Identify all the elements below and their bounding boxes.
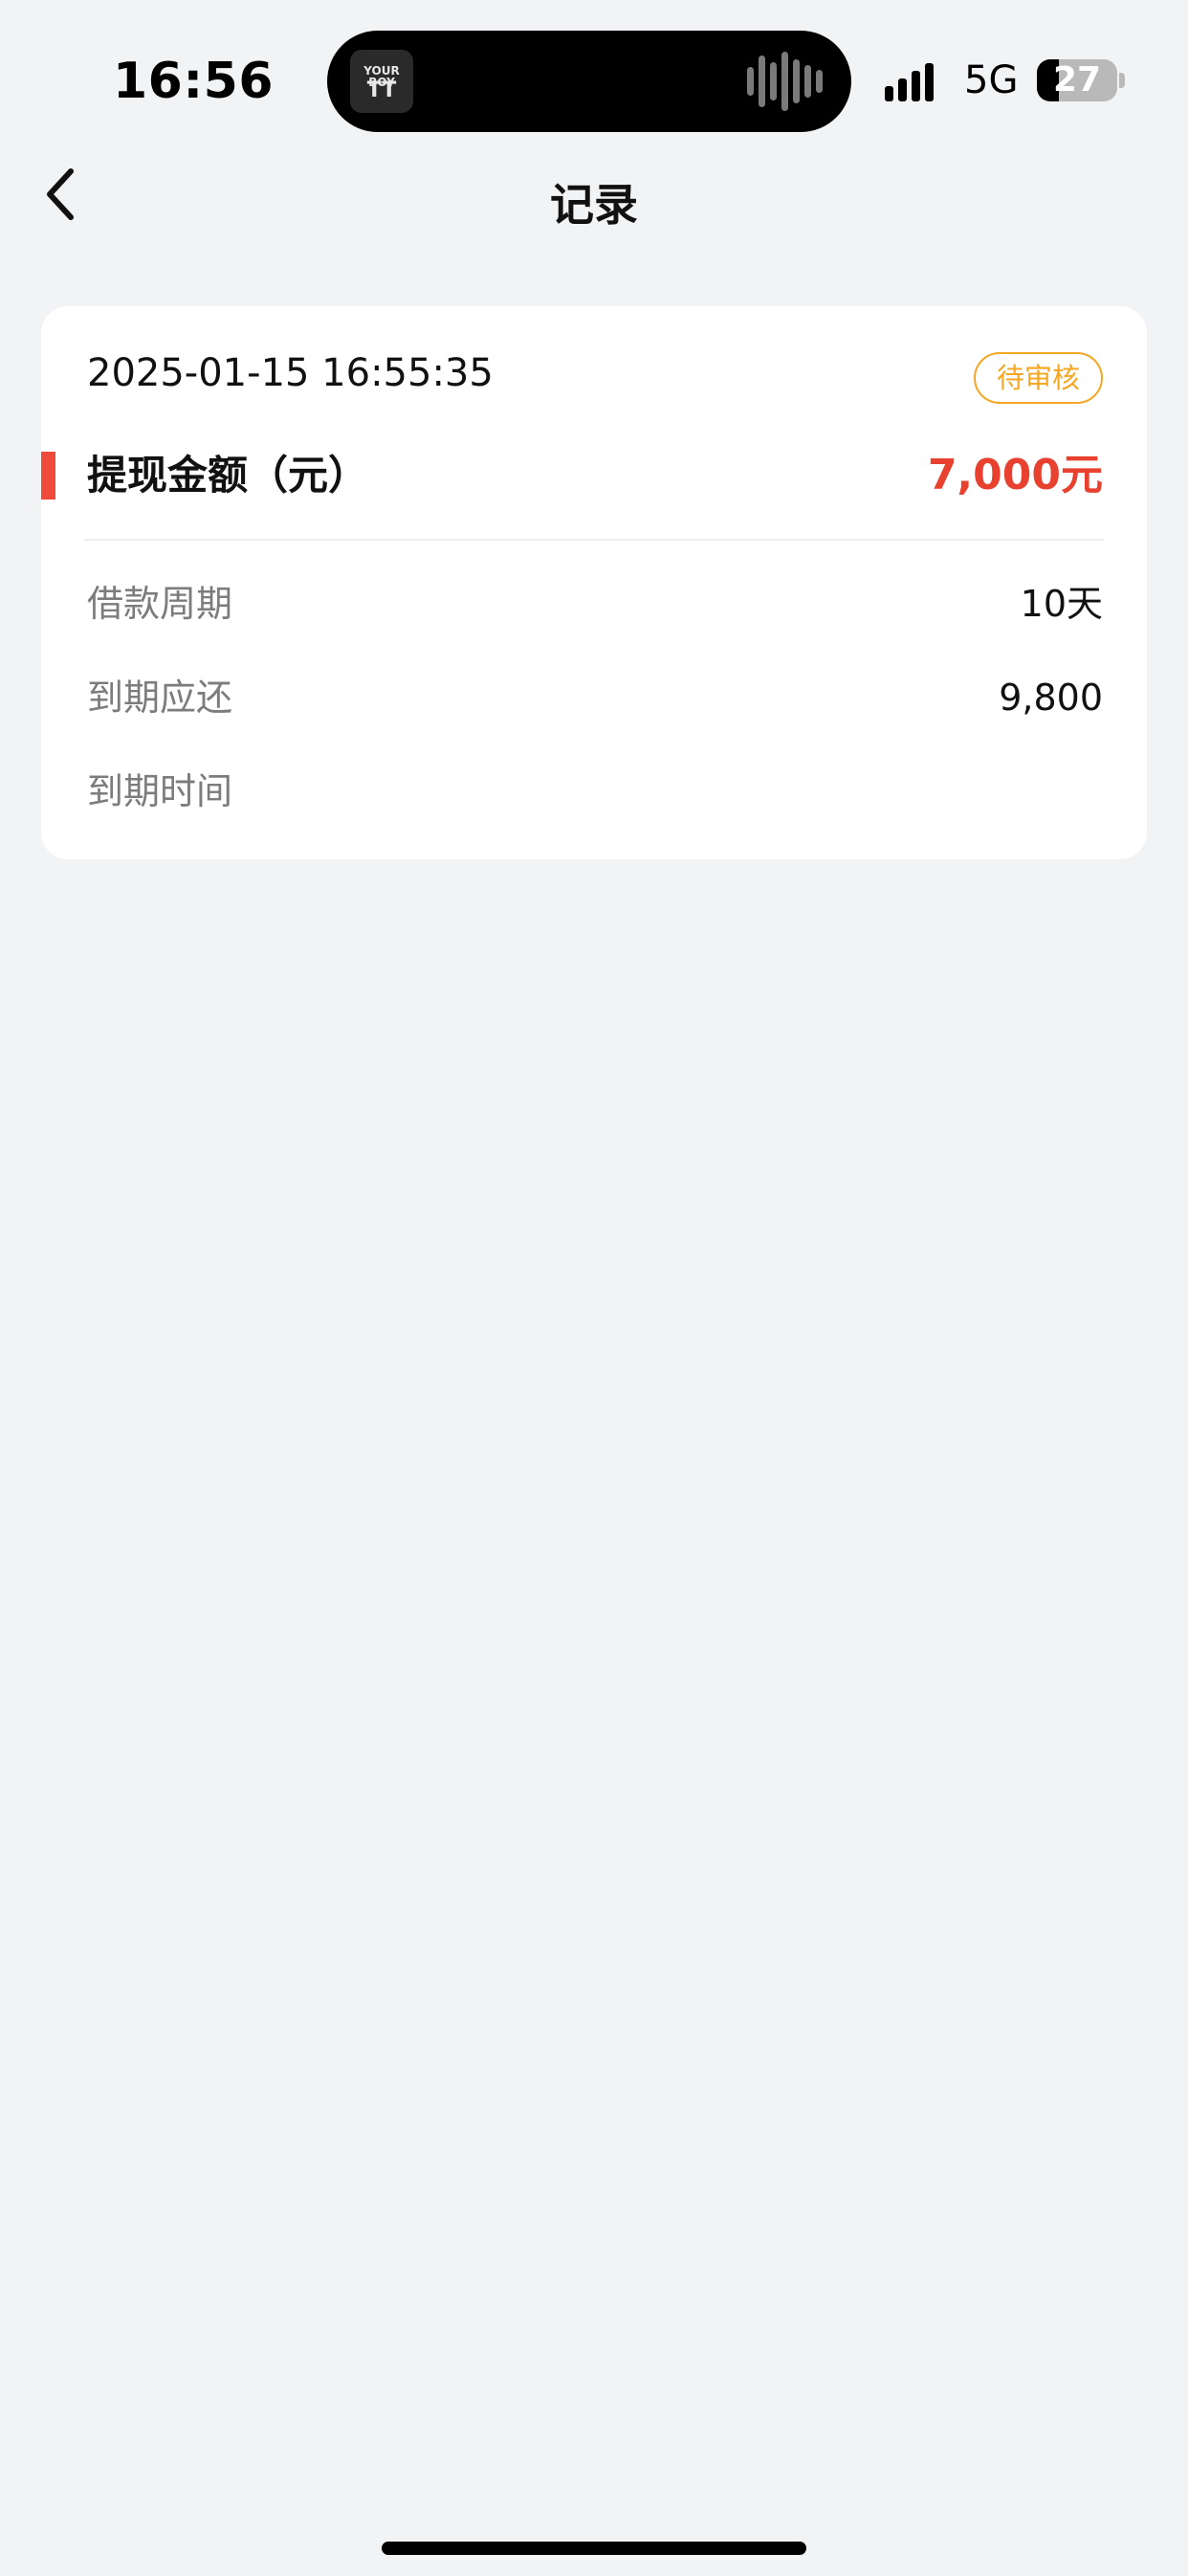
record-card[interactable]: 2025-01-15 16:55:35 待审核 提现金额（元） 7,000元 借… — [41, 306, 1147, 859]
detail-label: 借款周期 — [87, 583, 233, 625]
artwork-text-bottom: TT — [366, 78, 397, 102]
detail-label: 到期应还 — [87, 677, 233, 719]
battery-icon: 27 — [1037, 59, 1117, 101]
record-datetime: 2025-01-15 16:55:35 — [87, 351, 494, 395]
amount-accent-bar — [41, 452, 55, 500]
now-playing-artwork: YOUR BOY TT — [350, 50, 413, 113]
home-indicator[interactable] — [382, 2542, 806, 2555]
detail-value: 9,800 — [999, 677, 1103, 719]
divider — [84, 539, 1104, 541]
battery-percentage: 27 — [1052, 60, 1102, 100]
cellular-signal-icon — [885, 59, 934, 101]
page-title: 记录 — [550, 179, 638, 231]
audio-waveform-icon — [747, 52, 823, 111]
app-screen: 16:56 YOUR BOY TT 5G 27 记录 2025-01-15 16… — [0, 0, 1188, 2576]
network-type: 5G — [964, 58, 1019, 102]
withdraw-amount-label: 提现金额（元） — [87, 452, 369, 499]
status-badge-label: 待审核 — [996, 362, 1080, 394]
dynamic-island[interactable]: YOUR BOY TT — [327, 31, 851, 132]
withdraw-amount-value: 7,000元 — [927, 451, 1103, 500]
detail-row-amount-due: 到期应还 9,800 — [87, 669, 1103, 726]
detail-row-loan-period: 借款周期 10天 — [87, 575, 1103, 633]
status-badge: 待审核 — [973, 352, 1103, 404]
detail-row-due-date: 到期时间 — [87, 763, 1103, 820]
detail-value: 10天 — [1020, 583, 1103, 625]
battery-cap — [1119, 73, 1125, 88]
detail-label: 到期时间 — [87, 770, 233, 812]
status-time: 16:56 — [113, 53, 275, 110]
